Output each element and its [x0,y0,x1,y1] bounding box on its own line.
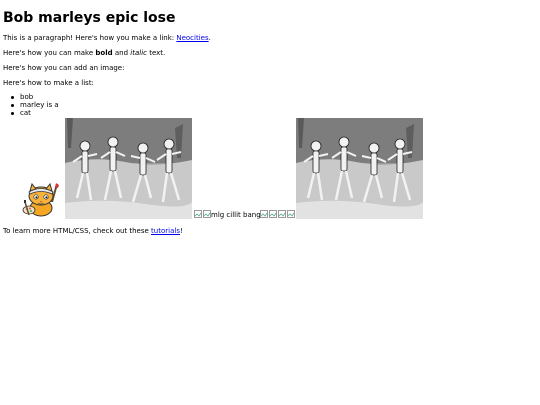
paragraph-tutorials: To learn more HTML/CSS, check out these … [3,227,183,235]
image-row: mlg cillit bang [3,117,537,219]
mlg-image-alt-text: mlg cillit bang [211,211,261,219]
bold-text: bold [95,49,113,57]
broken-image-icon [287,210,295,218]
and-text: and [112,49,131,57]
broken-image-icon [278,210,286,218]
list-item: bob [11,93,59,101]
text-end: text. [146,49,166,57]
dancing-skeletons-image [296,118,423,219]
broken-image-icon [269,210,277,218]
paragraph-image-intro: Here's how you can add an image: [3,64,125,72]
dancing-skeletons-image [65,118,192,219]
broken-image-icon [260,210,268,218]
page-title: Bob marleys epic lose [3,10,176,26]
tutorials-link[interactable]: tutorials [151,227,180,235]
neocities-link[interactable]: Neocities [176,34,208,42]
italic-text: italic [130,49,147,57]
tutorials-intro-text: To learn more HTML/CSS, check out these [3,227,152,235]
list-item: marley is a [11,101,59,109]
paragraph-bold-italic: Here's how you can make bold and italic … [3,49,165,57]
neocities-cat-image [21,182,65,218]
paragraph-list-intro: Here's how to make a list: [3,79,94,87]
tutorials-end: ! [179,227,183,235]
paragraph-text: This is a paragraph! Here's how you make… [3,34,177,42]
bullet-list: bob marley is a cat [11,93,59,117]
list-item: cat [11,109,59,117]
paragraph-link-intro: This is a paragraph! Here's how you make… [3,34,211,42]
paragraph-end: . [208,34,211,42]
broken-image-icon [194,210,202,218]
broken-image-icon [203,210,211,218]
bold-intro-text: Here's how you can make [3,49,96,57]
